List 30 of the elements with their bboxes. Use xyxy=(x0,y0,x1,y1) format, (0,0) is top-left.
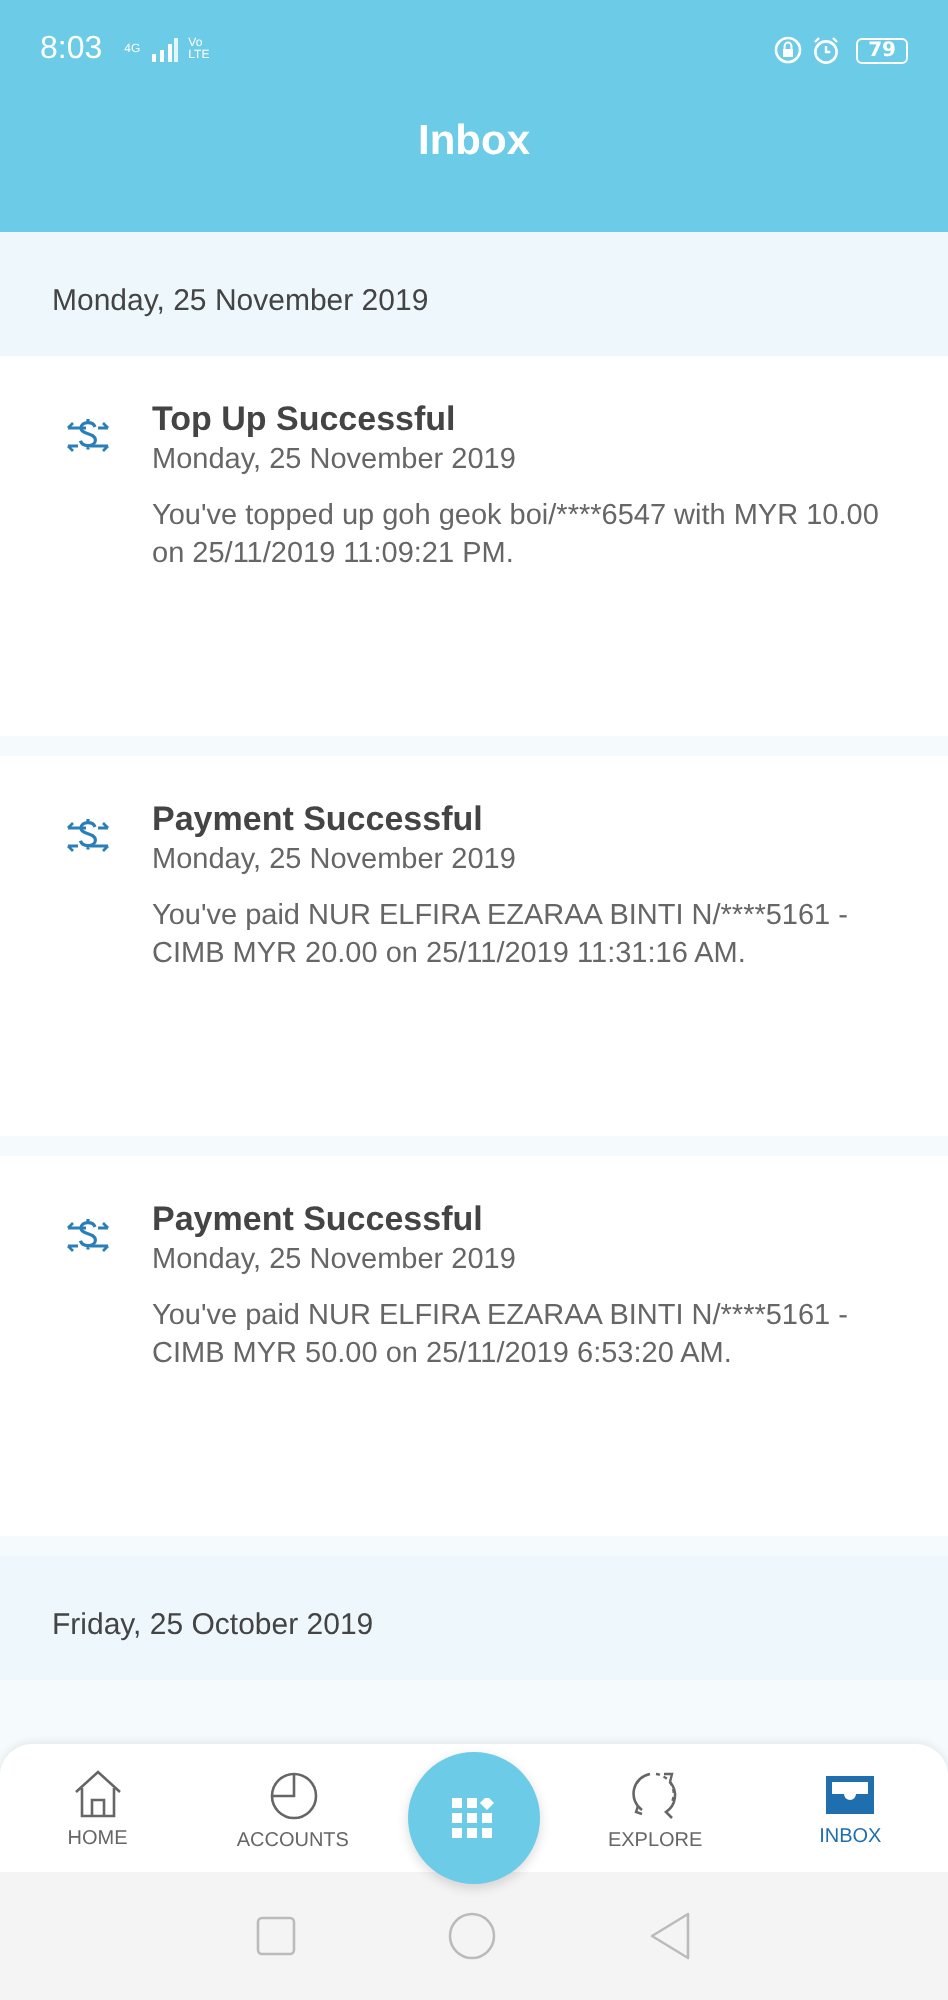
message-title: Top Up Successful xyxy=(152,400,458,440)
page-title: Inbox xyxy=(416,118,532,166)
message-date: Monday, 25 November 2019 xyxy=(152,844,518,876)
grid-icon xyxy=(452,1797,495,1839)
nav-tab[interactable]: EXPLORE xyxy=(575,1765,736,1851)
message-text: You've topped up goh geok boi/****6547 with MYR 10.00 on 25/11/2019 11:09:21 PM. xyxy=(152,498,881,574)
message-date: Monday, 25 November 2019 xyxy=(152,1244,518,1276)
battery-level: 79 xyxy=(856,37,908,63)
home-icon xyxy=(71,1767,124,1819)
lock-icon xyxy=(774,36,803,64)
alarm-icon xyxy=(812,36,841,64)
signal-icon xyxy=(150,38,179,62)
message-text: You've paid NUR ELFIRA EZARAA BINTI N/****5161 - CIMB MYR 20.00 on 25/11/2019 11:31:16 AM. xyxy=(152,898,850,974)
nav-tab[interactable]: INBOX xyxy=(770,1769,931,1847)
recent-apps-icon xyxy=(256,1916,296,1956)
message-title: Payment Successful xyxy=(152,800,485,840)
message-date: Monday, 25 November 2019 xyxy=(152,444,518,476)
back-icon xyxy=(648,1912,692,1960)
message-card[interactable]: Payment Successful Monday, 25 November 2019 You've paid NUR ELFIRA EZARAA BINTI N/****5161 - CIMB MYR 50.00 on 25/11/2019 6:53:20 AM. xyxy=(0,1156,948,1536)
status-time: 8:03 xyxy=(40,32,103,68)
apps-menu-button[interactable] xyxy=(407,1752,540,1884)
message-text: You've paid NUR ELFIRA EZARAA BINTI N/****5161 - CIMB MYR 50.00 on 25/11/2019 6:53:20 AM. xyxy=(152,1298,850,1374)
date-heading: Monday, 25 November 2019 xyxy=(0,232,948,356)
message-card[interactable]: Payment Successful Monday, 25 November 2019 You've paid NUR ELFIRA EZARAA BINTI N/****5161 - CIMB MYR 20.00 on 25/11/2019 11:31:16 AM. xyxy=(0,756,948,1136)
home-circle-icon xyxy=(448,1912,496,1960)
nav-tab[interactable]: HOME xyxy=(17,1767,178,1849)
date-heading: Friday, 25 October 2019 xyxy=(0,1556,948,1680)
nav-tab[interactable]: ACCOUNTS xyxy=(212,1765,373,1851)
message-title: Payment Successful xyxy=(152,1200,485,1240)
message-card[interactable]: Top Up Successful Monday, 25 November 2019 You've topped up goh geok boi/****6547 with MYR 10.00 on 25/11/2019 11:09:21 PM. xyxy=(0,356,948,736)
